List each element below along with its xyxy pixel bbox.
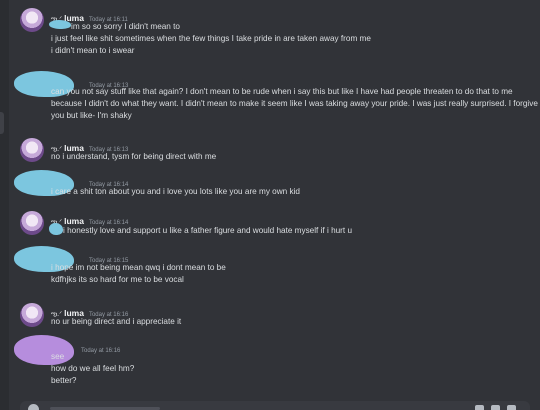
- message-line: see: [51, 352, 65, 361]
- avatar[interactable]: [20, 303, 44, 327]
- gift-icon[interactable]: [475, 405, 484, 410]
- message-content: no ur being direct and i appreciate it: [51, 316, 181, 328]
- avatar[interactable]: [20, 8, 44, 32]
- emoji-icon[interactable]: [507, 405, 516, 410]
- message-line: can you not say stuff like that again? I…: [51, 87, 538, 120]
- message-group: Today at 16:14 i care a shit ton about y…: [14, 170, 530, 203]
- message-header: Today at 16:15: [84, 249, 128, 264]
- message-content: no i understand, tysm for being direct w…: [51, 151, 216, 163]
- message-header: ఌ︎.ᐟlumaToday at 16:14: [51, 211, 128, 226]
- message-input[interactable]: [20, 401, 530, 410]
- server-sidebar-edge: [0, 0, 9, 410]
- message-group: ఌ︎.ᐟ luma Today at 16:13 no i understand, …: [20, 138, 530, 168]
- message-content: i care a shit ton about you and i love y…: [51, 186, 300, 198]
- message-line: better?: [51, 376, 77, 385]
- message-line: no ur being direct and i appreciate it: [51, 317, 182, 326]
- gif-icon[interactable]: [491, 405, 500, 410]
- message-content: can you not say stuff like that again? I…: [51, 86, 540, 122]
- message-group: ఌ︎.ᐟ luma Today at 16:16 no ur being direc…: [20, 303, 530, 333]
- avatar[interactable]: [20, 138, 44, 162]
- message-group: ఌ︎.ᐟlumaToday at 16:11 im so so sorry I …: [20, 8, 530, 68]
- message-group: Today at 16:13 can you not say stuff lik…: [14, 71, 538, 128]
- message-header: Today at 16:14: [84, 173, 128, 188]
- message-line: i honestly love and support u like a fat…: [63, 226, 353, 235]
- message-content: i hope im not being mean qwq i dont mean…: [51, 262, 226, 286]
- message-header: ఌ︎.ᐟ luma Today at 16:16: [51, 303, 128, 318]
- message-content: see how do we all feel hm? better?: [51, 351, 134, 387]
- message-line: im so so sorry I didn't mean to: [71, 22, 180, 31]
- message-content: im so so sorry I didn't mean to i just f…: [51, 21, 371, 57]
- message-line: i hope im not being mean qwq i dont mean…: [51, 263, 226, 272]
- message-line: i care a shit ton about you and i love y…: [51, 187, 300, 196]
- message-line: i just feel like shit sometimes when the…: [51, 34, 371, 43]
- message-group: Today at 16:15 i hope im not being mean …: [14, 246, 530, 289]
- message-group: ఌ︎.ᐟlumaToday at 16:14 i honestly love a…: [20, 211, 530, 241]
- message-group: Today at 16:16 see how do we all feel hm…: [14, 335, 530, 399]
- message-header: ఌ︎.ᐟ luma Today at 16:13: [51, 138, 128, 153]
- message-line: i didn't mean to i swear: [51, 46, 135, 55]
- add-attachment-icon[interactable]: [28, 404, 39, 410]
- avatar[interactable]: [20, 211, 44, 235]
- message-line: kdfhjks its so hard for me to be vocal: [51, 275, 184, 284]
- message-line: how do we all feel hm?: [51, 364, 135, 373]
- message-content: i honestly love and support u like a fat…: [51, 225, 352, 237]
- message-line: no i understand, tysm for being direct w…: [51, 152, 217, 161]
- scroll-marker: [0, 112, 4, 134]
